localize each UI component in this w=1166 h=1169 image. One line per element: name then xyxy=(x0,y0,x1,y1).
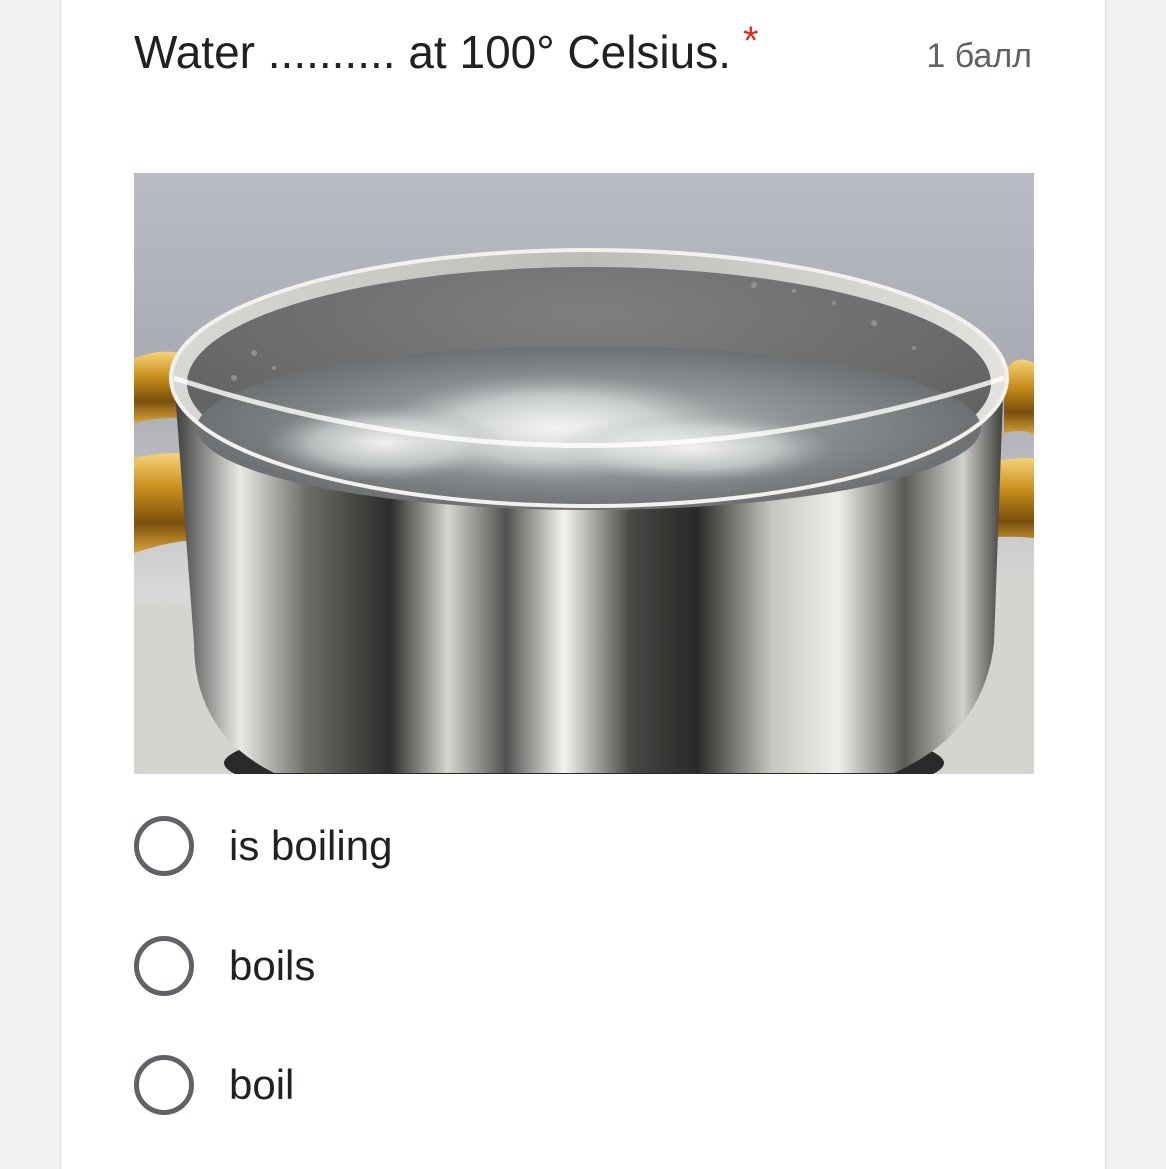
question-title: Water .......... at 100° Celsius. * xyxy=(134,19,759,85)
question-card: Water .......... at 100° Celsius. * 1 бал… xyxy=(60,0,1106,1169)
radio-button[interactable] xyxy=(134,936,194,996)
radio-button[interactable] xyxy=(134,1055,194,1115)
option-is-boiling[interactable]: is boiling xyxy=(134,816,734,878)
option-label: is boiling xyxy=(229,822,393,869)
option-label: boil xyxy=(229,1061,295,1108)
option-boils[interactable]: boils xyxy=(134,936,734,998)
question-image xyxy=(134,173,1034,774)
question-header: Water .......... at 100° Celsius. * 1 бал… xyxy=(134,19,1034,85)
option-label: boils xyxy=(229,942,316,989)
question-text: Water .......... at 100° Celsius. xyxy=(134,26,732,78)
required-asterisk: * xyxy=(743,19,759,63)
points-label: 1 балл xyxy=(926,37,1032,75)
option-boil[interactable]: boil xyxy=(134,1055,734,1117)
radio-button[interactable] xyxy=(134,816,194,876)
